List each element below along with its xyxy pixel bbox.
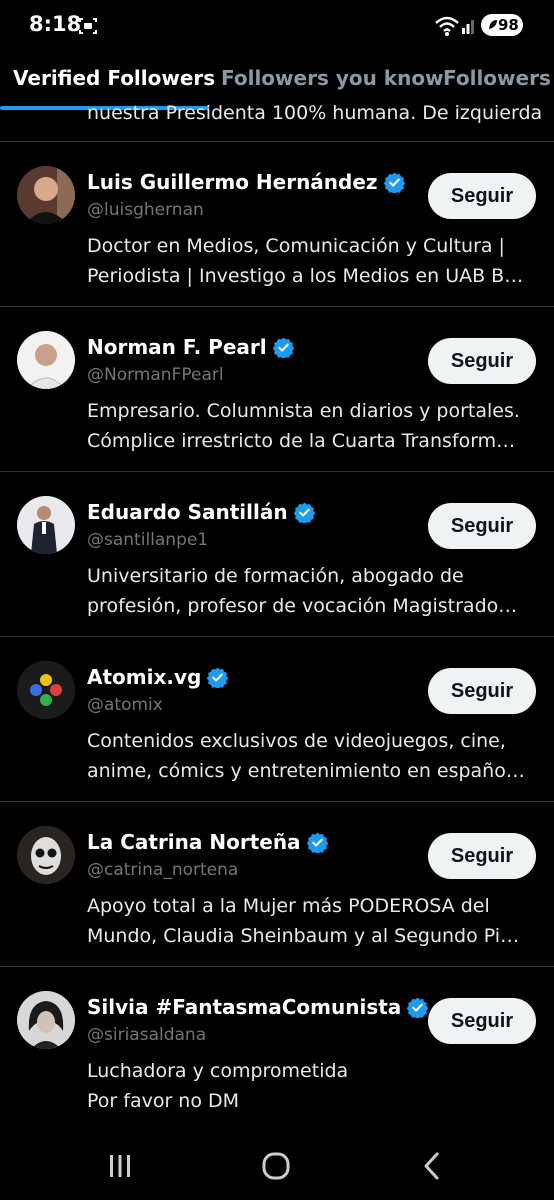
- user-cell[interactable]: La Catrina Norteña @catrina_nortena Segu…: [0, 802, 554, 966]
- home-icon[interactable]: [256, 1150, 296, 1182]
- avatar[interactable]: [17, 331, 75, 389]
- bio-line: Luchadora y comprometida: [87, 1060, 349, 1082]
- user-handle: @santillanpe1: [87, 530, 209, 550]
- verified-badge-icon: [272, 337, 294, 359]
- user-name[interactable]: Luis Guillermo Hernández: [87, 170, 378, 194]
- battery-level: 98: [498, 16, 519, 34]
- user-cell[interactable]: Atomix.vg @atomix Seguir Contenidos excl…: [0, 637, 554, 801]
- bio-line: Contenidos exclusivos de videojuegos, ci…: [87, 730, 506, 752]
- user-cell[interactable]: Luis Guillermo Hernández @luisghernan Se…: [0, 142, 554, 306]
- follower-tabs: Verified Followers Followers you know Fo…: [0, 52, 554, 110]
- user-cell[interactable]: Norman F. Pearl @NormanFPearl Seguir Emp…: [0, 307, 554, 471]
- bio-line: Universitario de formación, abogado de: [87, 565, 464, 587]
- back-icon[interactable]: [412, 1150, 452, 1182]
- follow-button[interactable]: Seguir: [428, 833, 536, 879]
- follow-button[interactable]: Seguir: [428, 503, 536, 549]
- user-handle: @catrina_nortena: [87, 860, 239, 880]
- verified-badge-icon: [407, 997, 429, 1019]
- bio-line: anime, cómics y entretenimiento en españ…: [87, 760, 525, 782]
- avatar[interactable]: [17, 496, 75, 554]
- avatar[interactable]: [17, 661, 75, 719]
- user-name[interactable]: La Catrina Norteña: [87, 830, 301, 854]
- bio-line: Doctor en Medios, Comunicación y Cultura…: [87, 235, 505, 257]
- verified-badge-icon: [293, 502, 315, 524]
- system-nav-bar: [0, 1131, 554, 1200]
- verified-badge-icon: [306, 832, 328, 854]
- user-handle: @atomix: [87, 695, 163, 715]
- avatar[interactable]: [17, 166, 75, 224]
- avatar[interactable]: [17, 826, 75, 884]
- followers-list: Luis Guillermo Hernández @luisghernan Se…: [0, 141, 554, 1131]
- bio-line: profesión, profesor de vocación Magistra…: [87, 595, 518, 617]
- bio-line: Mundo, Claudia Sheinbaum y al Segundo Pi…: [87, 925, 520, 947]
- user-bio: Luchadora y comprometida Por favor no DM: [87, 1056, 539, 1116]
- screen-record-icon: [78, 16, 98, 40]
- previous-item-bio: nuestra Presidenta 100% humana. De izqui…: [87, 102, 543, 124]
- bio-line: Apoyo total a la Mujer más PODEROSA del: [87, 895, 490, 917]
- verified-badge-icon: [383, 172, 405, 194]
- follow-button[interactable]: Seguir: [428, 338, 536, 384]
- tab-verified-followers[interactable]: Verified Followers: [13, 66, 215, 90]
- status-time: 8:18: [29, 12, 82, 36]
- tab-followers-you-know[interactable]: Followers you know: [221, 66, 444, 90]
- user-bio: Apoyo total a la Mujer más PODEROSA del …: [87, 891, 539, 951]
- bio-line: Por favor no DM: [87, 1090, 240, 1112]
- verified-badge-icon: [207, 667, 229, 689]
- user-handle: @luisghernan: [87, 200, 204, 220]
- user-name[interactable]: Atomix.vg: [87, 665, 201, 689]
- user-cell[interactable]: Eduardo Santillán @santillanpe1 Seguir U…: [0, 472, 554, 636]
- bio-line: Cómplice irrestricto de la Cuarta Transf…: [87, 430, 516, 452]
- follow-button[interactable]: Seguir: [428, 668, 536, 714]
- avatar[interactable]: [17, 991, 75, 1049]
- user-handle: @siriasaldana: [87, 1025, 207, 1045]
- user-bio: Contenidos exclusivos de videojuegos, ci…: [87, 726, 539, 786]
- user-name[interactable]: Eduardo Santillán: [87, 500, 288, 524]
- bio-line: Periodista | Investigo a los Medios en U…: [87, 265, 524, 287]
- wifi-icon: [434, 15, 460, 41]
- user-bio: Empresario. Columnista en diarios y port…: [87, 396, 539, 456]
- bio-line: Empresario. Columnista en diarios y port…: [87, 400, 520, 422]
- recents-icon[interactable]: [100, 1150, 140, 1182]
- user-bio: Doctor en Medios, Comunicación y Cultura…: [87, 231, 539, 291]
- user-bio: Universitario de formación, abogado de p…: [87, 561, 539, 621]
- user-name[interactable]: Silvia #FantasmaComunista: [87, 995, 401, 1019]
- follow-button[interactable]: Seguir: [428, 173, 536, 219]
- signal-icon: [461, 16, 477, 38]
- user-handle: @NormanFPearl: [87, 365, 224, 385]
- status-bar: 8:18 98: [0, 0, 554, 50]
- user-cell[interactable]: Silvia #FantasmaComunista @siriasaldana …: [0, 967, 554, 1131]
- tab-followers[interactable]: Followers: [443, 66, 551, 90]
- user-name[interactable]: Norman F. Pearl: [87, 335, 267, 359]
- follow-button[interactable]: Seguir: [428, 998, 536, 1044]
